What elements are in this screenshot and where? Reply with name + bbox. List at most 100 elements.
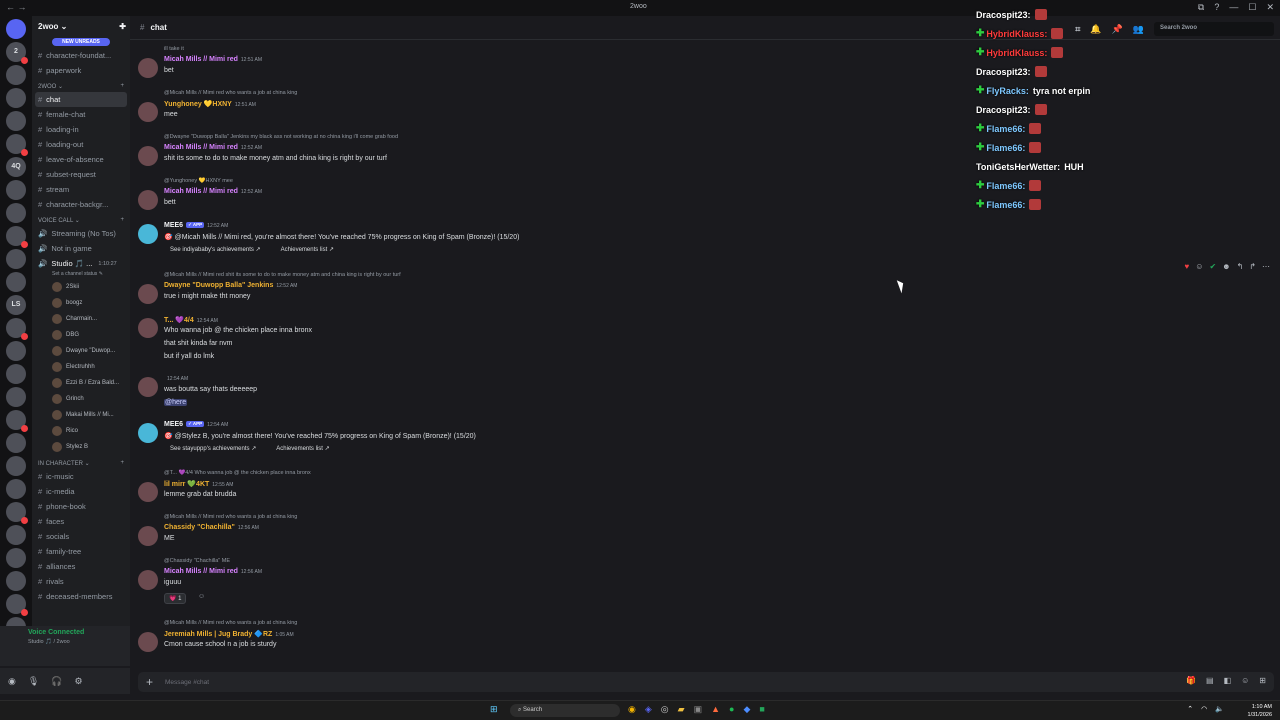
add-friend-icon[interactable]: ✚ [119,22,126,31]
channel-ic-music[interactable]: # ic-music [32,469,130,484]
channel-family-tree[interactable]: # family-tree [32,544,130,559]
server-icon[interactable] [6,364,26,384]
message-author[interactable]: Dwayne "Duwopp Balla" Jenkins 12:52 AM [164,282,297,289]
message-author[interactable]: Chassidy "Chachilla" 12:56 AM [164,524,259,531]
reply-preview[interactable]: @Dwayne "Duwopp Balla" Jenkins my black … [164,134,398,140]
category-voice-call[interactable]: VOICE CALL ⌄ + [32,212,130,226]
voice-user[interactable]: boogz [32,295,130,311]
user-avatar[interactable] [138,190,158,210]
voice-user[interactable]: DBG [32,327,130,343]
emoji-react-icon[interactable]: ☺ [1195,262,1203,271]
voice-user[interactable]: Ezzi B / Ezra Bald... [32,375,130,391]
message-author[interactable]: Micah Mills // Mimi red 12:56 AM [164,568,262,575]
add-channel-icon[interactable]: + [120,217,124,224]
reply-preview[interactable]: @Micah Mills // Mimi red shit its some t… [164,272,401,278]
heart-react-icon[interactable]: ♥ [1185,262,1190,271]
reply-preview[interactable]: @Micah Mills // Mimi red who wants a job… [164,90,297,96]
channel-loading-out[interactable]: # loading-out [32,137,130,152]
category-in-character[interactable]: In Character ⌄ + [32,455,130,469]
reply-preview[interactable]: ill take it [164,46,184,52]
server-icon[interactable] [6,479,26,499]
server-icon[interactable] [6,180,26,200]
channel-ic-media[interactable]: # ic-media [32,484,130,499]
user-avatar[interactable] [138,377,158,397]
forward-icon[interactable]: ↱ [1249,262,1256,271]
guild-header[interactable]: 2woo ⌄ ✚ [32,16,130,35]
voice-user[interactable]: Makai Mills // Mi... [32,407,130,423]
attach-plus-icon[interactable]: + [146,675,153,689]
voice-channel-not-in-game[interactable]: 🔊 Not in game [32,241,130,256]
sticker-icon[interactable]: ◧ [1224,676,1232,685]
user-avatar[interactable] [138,570,158,590]
gift-icon[interactable]: 🎁 [1186,676,1196,685]
chat-app-icon[interactable]: ◎ [661,704,669,715]
channel-status[interactable]: Set a channel status ✎ [32,271,130,279]
server-icon[interactable] [6,387,26,407]
new-unreads-badge[interactable]: NEW UNREADS [52,38,110,46]
taskbar-clock[interactable]: 1:10 AM 1/31/2026 [1248,703,1272,719]
voice-channel-streaming[interactable]: 🔊 Streaming (No Tos) [32,226,130,241]
microphone-icon[interactable]: 🎙 [28,676,39,687]
channel-paperwork[interactable]: # paperwork [32,63,130,78]
server-icon[interactable] [6,525,26,545]
user-avatar[interactable] [138,526,158,546]
message-author[interactable]: Micah Mills // Mimi red 12:52 AM [164,144,262,151]
gif-icon[interactable]: ▤ [1206,676,1214,685]
reply-icon[interactable]: ↰ [1237,262,1244,271]
server-icon[interactable] [6,19,26,39]
channel-socials[interactable]: # socials [32,529,130,544]
voice-user[interactable]: Rico [32,423,130,439]
back-forward-nav[interactable]: ← → [6,2,27,12]
check-react-icon[interactable]: ✔ [1209,262,1216,271]
server-icon[interactable] [6,571,26,591]
embed-link-button[interactable]: See indiyababy's achievements ↗ [170,246,261,253]
spotify-icon[interactable]: ● [729,704,734,715]
composer-input[interactable]: Message #chat [165,679,209,686]
app-green-icon[interactable]: ■ [759,704,764,715]
server-icon[interactable] [6,456,26,476]
embed-link-button[interactable]: Achievements list ↗ [276,445,329,452]
server-icon[interactable] [6,433,26,453]
voice-user[interactable]: 2Skii [32,279,130,295]
channel-subset-request[interactable]: # subset-request [32,167,130,182]
reply-preview[interactable]: @Yunghoney 💛HXNY mee [164,178,233,184]
server-icon[interactable]: LS [6,295,26,315]
headphones-icon[interactable]: 🎧 [51,676,62,687]
channel-female-chat[interactable]: # female-chat [32,107,130,122]
category-2woo[interactable]: 2WOO ⌄ + [32,78,130,92]
voice-user[interactable]: Stylez B [32,439,130,455]
add-reaction-icon[interactable]: ☻ [1222,262,1230,271]
server-icon[interactable] [6,341,26,361]
server-icon[interactable] [6,88,26,108]
channel-stream[interactable]: # stream [32,182,130,197]
server-icon[interactable] [6,548,26,568]
embed-link-button[interactable]: See stayuppp's achievements ↗ [170,445,256,452]
user-avatar[interactable] [138,146,158,166]
channel-faces[interactable]: # faces [32,514,130,529]
voice-connected-label[interactable]: Voice Connected [0,626,130,639]
gear-icon[interactable]: ⚙ [75,676,83,687]
voice-channel-studio[interactable]: 🔊 Studio 🎵 ... 1:10:27 [32,256,130,271]
user-avatar[interactable]: ◉ [8,676,16,687]
window-icon[interactable]: ▣ [694,704,703,715]
channel-chat[interactable]: # chat [35,92,127,107]
server-icon[interactable]: 4Q [6,157,26,177]
user-avatar[interactable] [138,284,158,304]
voice-user[interactable]: Grinch [32,391,130,407]
apps-icon[interactable]: ⊞ [1259,676,1266,685]
windows-start-icon[interactable]: ⊞ [490,704,498,715]
server-icon[interactable] [6,249,26,269]
message-author[interactable]: MEE6 ✓ APP 12:52 AM [164,222,228,229]
chevron-up-icon[interactable]: ⌃ [1187,705,1193,713]
server-icon[interactable] [6,272,26,292]
channel-leave-of-absence[interactable]: # leave-of-absence [32,152,130,167]
app-a-icon[interactable]: ▲ [711,704,720,715]
channel-deceased-members[interactable]: # deceased-members [32,589,130,604]
message-author[interactable]: MEE6 ✓ APP 12:54 AM [164,421,228,428]
user-avatar[interactable] [138,58,158,78]
emoji-icon[interactable]: ☺ [1241,676,1249,685]
embed-link-button[interactable]: Achievements list ↗ [281,246,334,253]
add-reaction-icon[interactable]: ☺ [198,593,205,600]
app-blue-icon[interactable]: ◆ [743,704,750,715]
channel-loading-in[interactable]: # loading-in [32,122,130,137]
